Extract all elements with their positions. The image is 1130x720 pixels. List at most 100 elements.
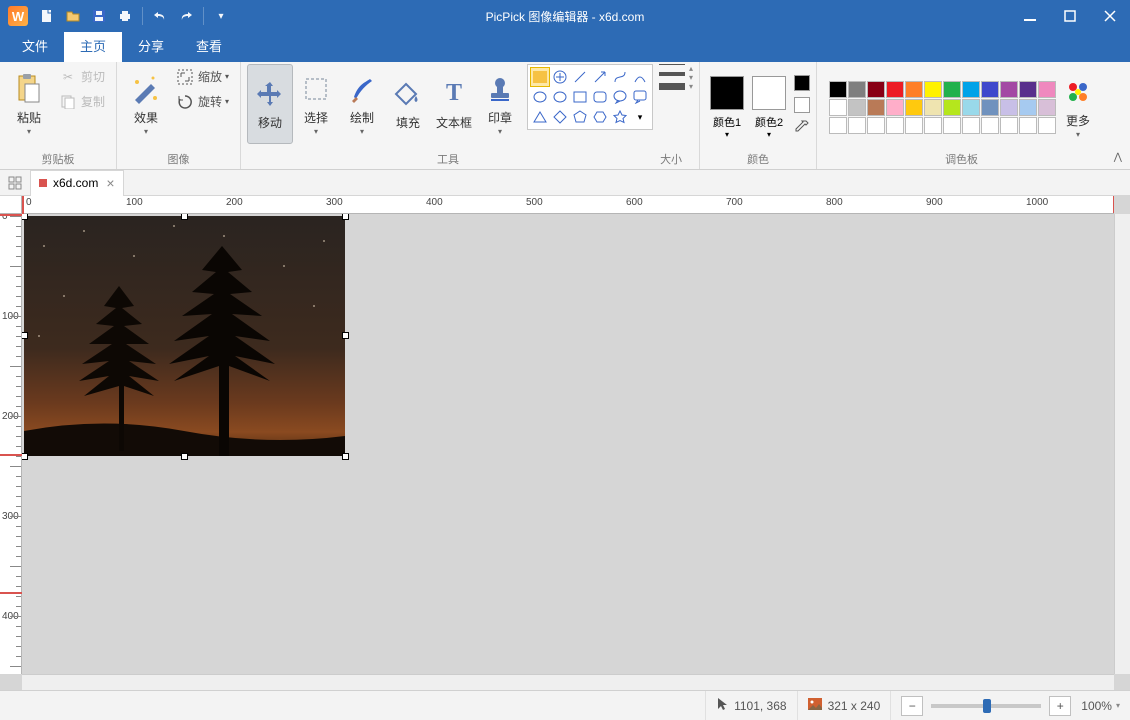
qat-save-button[interactable] bbox=[86, 3, 112, 29]
palette-swatch[interactable] bbox=[886, 117, 904, 134]
palette-swatch[interactable] bbox=[1000, 81, 1018, 98]
qat-new-button[interactable] bbox=[34, 3, 60, 29]
palette-swatch[interactable] bbox=[905, 99, 923, 116]
shape-circle-plus[interactable] bbox=[550, 67, 570, 87]
cut-button[interactable]: ✂剪切 bbox=[54, 64, 110, 89]
palette-swatch[interactable] bbox=[943, 99, 961, 116]
shape-callout-round[interactable] bbox=[610, 87, 630, 107]
resize-button[interactable]: 缩放▾ bbox=[171, 64, 234, 89]
maximize-button[interactable] bbox=[1050, 0, 1090, 32]
shape-ellipse[interactable] bbox=[530, 87, 550, 107]
tab-thumbnails-button[interactable] bbox=[4, 172, 26, 194]
more-colors-button[interactable]: 更多▾ bbox=[1056, 68, 1100, 148]
shape-callout-rect[interactable] bbox=[630, 87, 650, 107]
palette-swatch[interactable] bbox=[924, 99, 942, 116]
palette-swatch[interactable] bbox=[1038, 99, 1056, 116]
zoom-menu-button[interactable]: ▾ bbox=[1116, 701, 1120, 710]
palette-swatch[interactable] bbox=[905, 117, 923, 134]
qat-undo-button[interactable] bbox=[147, 3, 173, 29]
palette-swatch[interactable] bbox=[1038, 117, 1056, 134]
palette-swatch[interactable] bbox=[886, 99, 904, 116]
palette-swatch[interactable] bbox=[1019, 99, 1037, 116]
qat-print-button[interactable] bbox=[112, 3, 138, 29]
shape-star[interactable] bbox=[610, 107, 630, 127]
palette-swatch[interactable] bbox=[867, 99, 885, 116]
palette-swatch[interactable] bbox=[867, 81, 885, 98]
color2-swatch[interactable] bbox=[752, 76, 786, 110]
collapse-ribbon-button[interactable]: ⋀ bbox=[1114, 152, 1122, 163]
ruler-horizontal[interactable]: 01002003004005006007008009001000 bbox=[22, 196, 1114, 214]
thickness-thick[interactable] bbox=[659, 83, 685, 90]
shape-roundrect[interactable] bbox=[590, 87, 610, 107]
tool-draw-button[interactable]: 绘制▾ bbox=[339, 64, 385, 144]
tab-share[interactable]: 分享 bbox=[122, 29, 180, 62]
tool-stamp-button[interactable]: 印章▾ bbox=[477, 64, 523, 144]
shape-triangle[interactable] bbox=[530, 107, 550, 127]
copy-button[interactable]: 复制 bbox=[54, 89, 110, 114]
palette-swatch[interactable] bbox=[848, 99, 866, 116]
ruler-vertical[interactable]: 0100200300400 bbox=[0, 214, 22, 674]
paste-button[interactable]: 粘贴▾ bbox=[6, 64, 52, 144]
palette-swatch[interactable] bbox=[1000, 99, 1018, 116]
shape-connector[interactable] bbox=[630, 67, 650, 87]
close-button[interactable] bbox=[1090, 0, 1130, 32]
palette-swatch[interactable] bbox=[962, 117, 980, 134]
qat-open-button[interactable] bbox=[60, 3, 86, 29]
mini-color-black[interactable] bbox=[794, 75, 810, 91]
palette-swatch[interactable] bbox=[924, 117, 942, 134]
palette-swatch[interactable] bbox=[848, 81, 866, 98]
palette-swatch[interactable] bbox=[1038, 81, 1056, 98]
tab-file[interactable]: 文件 bbox=[6, 29, 64, 62]
palette-swatch[interactable] bbox=[867, 117, 885, 134]
tab-home[interactable]: 主页 bbox=[64, 29, 122, 62]
zoom-slider[interactable] bbox=[931, 704, 1041, 708]
palette-swatch[interactable] bbox=[981, 99, 999, 116]
palette-swatch[interactable] bbox=[886, 81, 904, 98]
palette-swatch[interactable] bbox=[943, 81, 961, 98]
palette-swatch[interactable] bbox=[905, 81, 923, 98]
thickness-thin[interactable] bbox=[659, 64, 685, 65]
zoom-in-button[interactable]: + bbox=[1049, 696, 1071, 716]
thickness-med[interactable] bbox=[659, 72, 685, 76]
thickness-picker[interactable] bbox=[659, 64, 685, 90]
shape-ellipse2[interactable] bbox=[550, 87, 570, 107]
shape-pentagon[interactable] bbox=[570, 107, 590, 127]
qat-redo-button[interactable] bbox=[173, 3, 199, 29]
canvas[interactable] bbox=[22, 214, 1114, 674]
palette-swatch[interactable] bbox=[981, 81, 999, 98]
effect-button[interactable]: 效果▾ bbox=[123, 64, 169, 144]
minimize-button[interactable] bbox=[1010, 0, 1050, 32]
qat-customize-button[interactable]: ▾ bbox=[208, 3, 234, 29]
palette-swatch[interactable] bbox=[943, 117, 961, 134]
mini-color-white[interactable] bbox=[794, 97, 810, 113]
scrollbar-horizontal[interactable] bbox=[22, 674, 1114, 690]
palette-swatch[interactable] bbox=[1019, 81, 1037, 98]
shape-gallery[interactable]: ▾ bbox=[527, 64, 653, 130]
zoom-out-button[interactable]: − bbox=[901, 696, 923, 716]
color1-swatch[interactable] bbox=[710, 76, 744, 110]
shape-diamond[interactable] bbox=[550, 107, 570, 127]
shape-arrow[interactable] bbox=[590, 67, 610, 87]
image-content[interactable] bbox=[24, 216, 345, 456]
tool-move-button[interactable]: 移动 bbox=[247, 64, 293, 144]
palette-swatch[interactable] bbox=[829, 81, 847, 98]
palette-swatch[interactable] bbox=[829, 117, 847, 134]
shape-more[interactable]: ▾ bbox=[630, 107, 650, 127]
palette-swatch[interactable] bbox=[848, 117, 866, 134]
palette-swatch[interactable] bbox=[962, 81, 980, 98]
gallery-expand[interactable]: ▾ bbox=[689, 82, 693, 91]
tool-select-button[interactable]: 选择▾ bbox=[293, 64, 339, 144]
eyedropper-icon[interactable] bbox=[794, 119, 810, 140]
palette-swatch[interactable] bbox=[829, 99, 847, 116]
tab-view[interactable]: 查看 bbox=[180, 29, 238, 62]
tool-text-button[interactable]: T文本框 bbox=[431, 64, 477, 144]
palette-swatch[interactable] bbox=[924, 81, 942, 98]
palette-swatch[interactable] bbox=[1000, 117, 1018, 134]
palette-swatch[interactable] bbox=[962, 99, 980, 116]
tool-fill-button[interactable]: 填充 bbox=[385, 64, 431, 144]
palette-swatch[interactable] bbox=[1019, 117, 1037, 134]
gallery-scroll-up[interactable]: ▴ bbox=[689, 64, 693, 73]
document-tab[interactable]: x6d.com × bbox=[30, 170, 124, 196]
shape-hexagon[interactable] bbox=[590, 107, 610, 127]
scrollbar-vertical[interactable] bbox=[1114, 214, 1130, 674]
